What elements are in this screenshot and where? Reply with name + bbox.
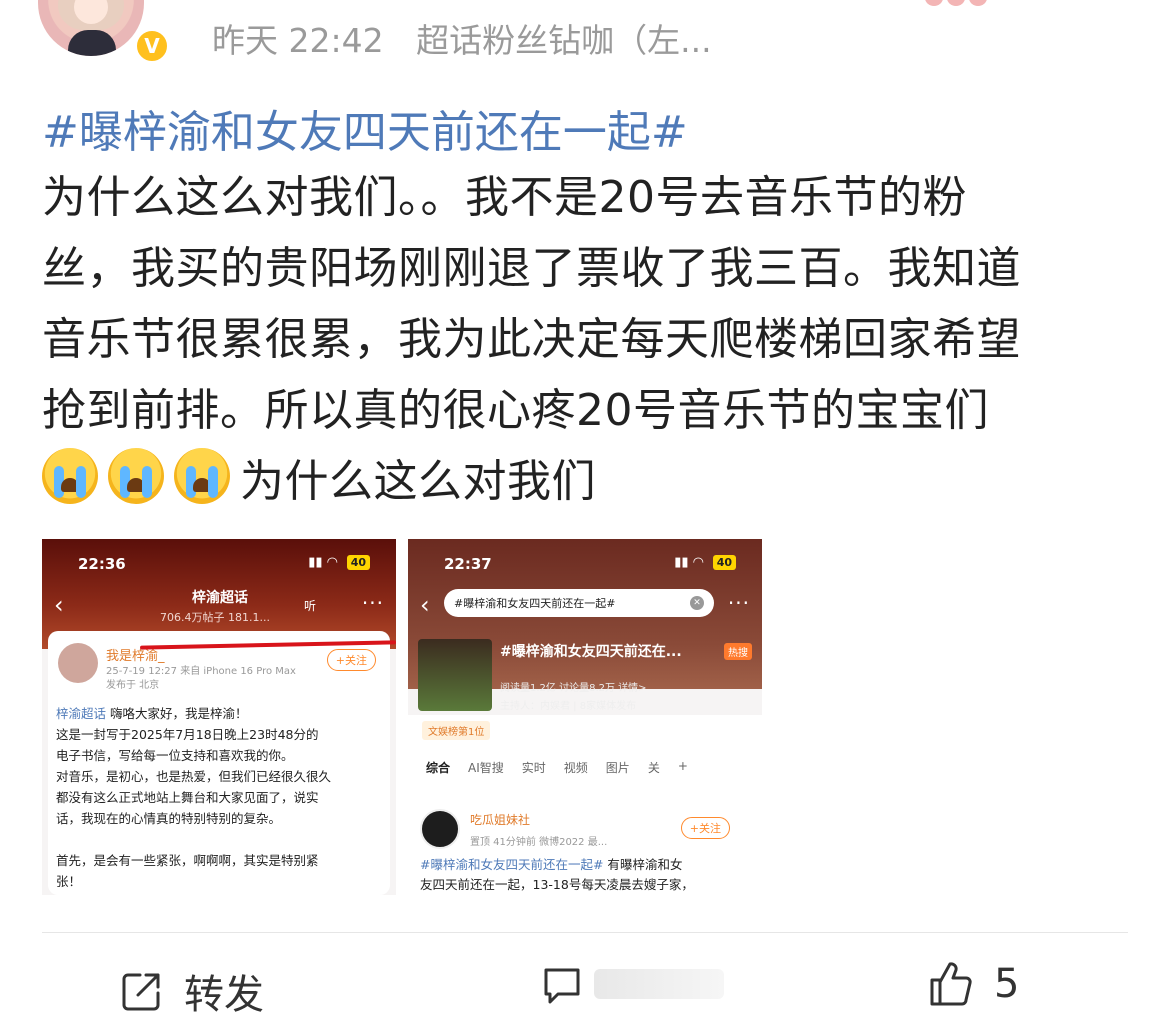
text-line: 这是一封写于2025年7月18日晚上23时48分的 [56, 727, 319, 742]
post-date-device: 25-7-19 12:27 来自 iPhone 16 Pro Max [106, 666, 296, 677]
topic-thumbnail [418, 639, 492, 711]
topic-link[interactable]: #曝梓渝和女友四天前还在一起# [42, 96, 688, 160]
repost-button[interactable]: 转发 [120, 962, 264, 1020]
status-time: 22:36 [78, 555, 126, 573]
comment-button[interactable] [540, 962, 724, 1006]
text-line: 都没有这么正式地站上舞台和大家见面了，说实 [56, 790, 319, 805]
tab-realtime: 实时 [521, 761, 546, 775]
tab-add: + [677, 759, 688, 773]
share-icon [122, 973, 160, 1011]
comment-icon [544, 968, 580, 1004]
crying-emoji-icon [42, 448, 98, 504]
post-line-1: 为什么这么对我们。。我不是20号去音乐节的粉 [42, 172, 967, 223]
avatar[interactable]: V [38, 0, 170, 64]
topic-host: 主持人：内娱君 | 8家媒体发布 [500, 701, 637, 712]
supertopic-title: 梓渝超话 [192, 590, 248, 606]
post-meta: 置顶 41分钟前 微博2022 最... [470, 837, 608, 848]
post-line-5: 为什么这么对我们 [42, 446, 1132, 517]
post-line-4: 抢到前排。所以真的很心疼20号音乐节的宝宝们 [42, 385, 989, 436]
post-meta: 25-7-19 12:27 来自 iPhone 16 Pro Max 发布于 北… [106, 665, 296, 693]
topic-title: #曝梓渝和女友四天前还在... [500, 644, 682, 660]
supertopic-stats: 706.4万帖子 181.1... [160, 611, 270, 624]
crying-emoji-icon [108, 448, 164, 504]
signal-wifi-icon: ▮▮ ◠ [674, 555, 704, 570]
post-meta: 昨天 22:42 超话粉丝钻咖（左... [212, 14, 712, 62]
text-line: 曝梓渝和女 [619, 857, 683, 872]
tab-all: 综合 [426, 761, 451, 775]
more-icon: ··· [361, 591, 384, 615]
follow-button: +关注 [680, 817, 730, 839]
action-bar: 转发 5 [0, 950, 1170, 1018]
battery-icon: 40 [346, 555, 370, 570]
text-line: 对音乐，是初心，也是热爱，但我们已经很久很久 [56, 769, 332, 784]
more-icon: ··· [727, 591, 750, 615]
status-time: 22:37 [444, 555, 492, 573]
text-line: 话，我现在的心情真的特别特别的复杂。 [56, 811, 282, 826]
back-icon: ‹ [420, 591, 430, 619]
repost-label: 转发 [184, 972, 264, 1018]
rank-badge: 文娱榜第1位 [422, 721, 491, 740]
topic-stats: 阅读量1.2亿 讨论量8.2万 详情> [500, 683, 647, 694]
battery-icon: 40 [712, 555, 736, 570]
headphone-icon: 听 [303, 599, 316, 613]
thumbs-up-icon [930, 962, 972, 1006]
comment-count-obscured [594, 969, 724, 999]
verified-badge-icon: V [134, 28, 170, 64]
attached-image-1[interactable]: 22:36 ▮▮ ◠ 40 ‹ 梓渝超话 706.4万帖子 181.1... 听… [42, 539, 396, 895]
text-line: 首先，是会有一些紧张，啊啊啊，其实是特别紧 [56, 853, 319, 868]
avatar [420, 809, 460, 849]
post-source[interactable]: 超话粉丝钻咖（左... [416, 21, 711, 60]
like-count: 5 [994, 961, 1020, 1007]
attached-image-2[interactable]: 22:37 ▮▮ ◠ 40 ‹ #曝梓渝和女友四天前还在一起# ✕ ··· #曝… [408, 539, 762, 895]
tab-images: 图片 [605, 761, 630, 775]
avatar-image [38, 0, 144, 56]
post-last-line: 为什么这么对我们 [240, 456, 596, 507]
back-icon: ‹ [54, 591, 64, 619]
tab-ai-search: AI智搜 [468, 761, 504, 775]
crying-emoji-icon [174, 448, 230, 504]
search-tabs: 综合 AI智搜 实时 视频 图片 关 + [408, 759, 762, 776]
post-card: 我是梓渝_ +关注 25-7-19 12:27 来自 iPhone 16 Pro… [48, 631, 390, 895]
supertopic-tag: 梓渝超话 [56, 706, 107, 721]
header-decoration [925, 0, 1005, 8]
post-line-2: 丝，我买的贵阳场刚刚退了票收了我三百。我知道 [42, 243, 1021, 294]
text-line: 张！ [56, 874, 82, 889]
hot-badge: 热搜 [724, 643, 752, 660]
divider [42, 932, 1128, 933]
post-location: 发布于 北京 [106, 680, 160, 691]
topic-tag: #曝梓渝和女友四天前还在一起# [420, 857, 604, 872]
tab-follow: 关 [647, 761, 660, 775]
signal-wifi-icon: ▮▮ ◠ [308, 555, 338, 570]
text-line: 电子书信，写给每一位支持和喜欢我的你。 [56, 748, 294, 763]
search-query: #曝梓渝和女友四天前还在一起# [454, 597, 616, 610]
like-button[interactable]: 5 [926, 960, 1019, 1008]
avatar [58, 643, 98, 683]
text-line: 友四天前还在一起，13-18号每天凌晨去嫂子家， [420, 877, 694, 892]
post-text: #曝梓渝和女友四天前还在一起# 有曝梓渝和女 友四天前还在一起，13-18号每天… [420, 855, 754, 895]
post-content: 为什么这么对我们。。我不是20号去音乐节的粉 丝，我买的贵阳场刚刚退了票收了我三… [42, 162, 1132, 517]
post-time: 昨天 22:42 [212, 21, 384, 60]
text-line: 嗨咯大家好，我是梓渝！ [106, 706, 248, 721]
username: 吃瓜姐妹社 [470, 813, 531, 827]
post-line-3: 音乐节很累很累，我为此决定每天爬楼梯回家希望 [42, 314, 1021, 365]
post-text: 梓渝超话 嗨咯大家好，我是梓渝！ 这是一封写于2025年7月18日晚上23时48… [56, 703, 384, 892]
search-field: #曝梓渝和女友四天前还在一起# ✕ [444, 589, 714, 617]
follow-button: +关注 [326, 649, 376, 671]
tab-video: 视频 [563, 761, 588, 775]
clear-icon: ✕ [690, 596, 704, 610]
text-line: 有 [603, 857, 620, 872]
